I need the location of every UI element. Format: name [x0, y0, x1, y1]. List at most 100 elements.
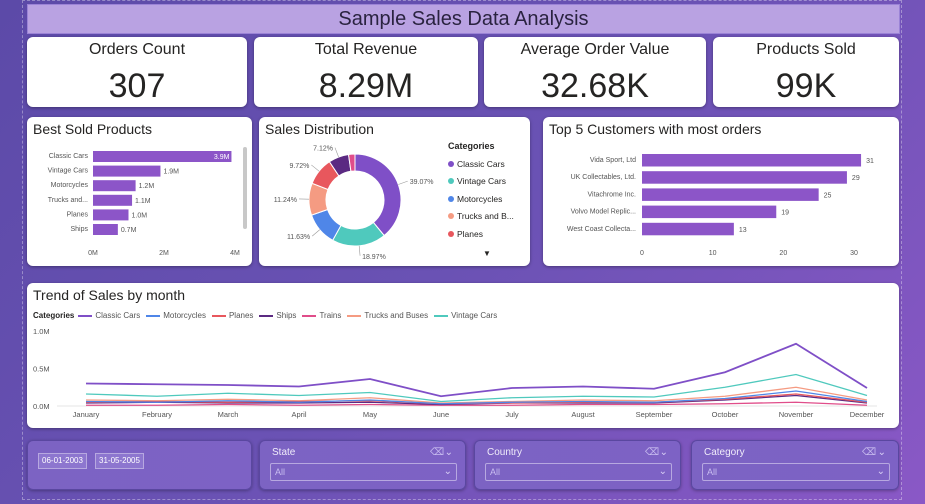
- dropdown-value: All: [275, 467, 286, 477]
- scrollbar[interactable]: [243, 147, 247, 229]
- legend-item[interactable]: Classic Cars: [448, 155, 514, 173]
- country-slicer[interactable]: Country ⌫ ⌄ All ⌄: [474, 440, 681, 490]
- tick-label: September: [636, 410, 673, 419]
- chevron-down-icon: ⌄: [658, 466, 667, 477]
- data-label: 9.72%: [289, 163, 309, 170]
- bar[interactable]: [93, 180, 136, 192]
- date-to-input[interactable]: 31-05-2005: [95, 453, 144, 469]
- bar[interactable]: [93, 194, 133, 206]
- chevron-down-icon[interactable]: ⌄: [660, 447, 668, 458]
- data-label: 29: [852, 175, 860, 182]
- tick-label: July: [505, 410, 519, 419]
- tick-label: October: [712, 410, 739, 419]
- bar[interactable]: [642, 188, 819, 201]
- eraser-icon[interactable]: ⌫: [862, 447, 876, 458]
- date-from-input[interactable]: 06-01-2003: [38, 453, 87, 469]
- legend-marker: [448, 178, 454, 185]
- legend-label: Motorcycles: [457, 193, 503, 204]
- bar[interactable]: [642, 222, 734, 236]
- data-label: 11.63%: [287, 234, 310, 241]
- legend-label: Vintage Cars: [457, 176, 506, 187]
- tick-label: 30: [850, 250, 858, 257]
- tick-label: February: [142, 410, 172, 419]
- bar[interactable]: [93, 151, 232, 162]
- dropdown-value: All: [490, 467, 501, 477]
- donut-slice[interactable]: [354, 153, 402, 237]
- bar[interactable]: [93, 165, 161, 177]
- bar[interactable]: [93, 209, 129, 221]
- data-label: 1.0M: [132, 212, 148, 219]
- legend-item[interactable]: Motorcycles: [448, 190, 514, 208]
- kpi-label: Average Order Value: [520, 41, 670, 58]
- data-label: 31: [866, 158, 874, 165]
- slicer-label: State: [272, 447, 296, 458]
- page-title: Sample Sales Data Analysis: [27, 4, 900, 34]
- kpi-average-order-value[interactable]: Average Order Value 32.68K: [484, 37, 706, 107]
- top-customers-chart: Vida Sport, Ltd 31 UK Collectables, Ltd. 29…: [567, 154, 874, 257]
- bar-label: Planes: [67, 211, 89, 218]
- kpi-products-sold[interactable]: Products Sold 99K: [713, 37, 899, 107]
- chevron-down-icon: ⌄: [443, 466, 452, 477]
- tick-label: June: [433, 410, 449, 419]
- bar-label: UK Collectables, Ltd.: [571, 174, 636, 181]
- state-slicer[interactable]: State ⌫ ⌄ All ⌄: [259, 440, 466, 490]
- legend-marker: [448, 230, 454, 237]
- legend-label: Planes: [457, 228, 483, 239]
- eraser-icon[interactable]: ⌫: [645, 447, 659, 458]
- category-slicer[interactable]: Category ⌫ ⌄ All ⌄: [691, 440, 899, 490]
- tick-label: 0.5M: [33, 365, 50, 374]
- data-label: 1.9M: [163, 169, 179, 176]
- country-dropdown[interactable]: All ⌄: [485, 463, 672, 481]
- dropdown-value: All: [707, 467, 718, 477]
- kpi-value: 8.29M: [318, 67, 414, 105]
- kpi-total-revenue[interactable]: Total Revenue 8.29M: [254, 37, 478, 107]
- tick-label: August: [571, 410, 595, 419]
- best-sold-products-card[interactable]: Best Sold Products Classic Cars 3.9M Vinta…: [27, 117, 252, 266]
- data-label: 1.1M: [135, 198, 151, 205]
- category-dropdown[interactable]: All ⌄: [702, 463, 890, 481]
- tick-label: January: [73, 410, 100, 419]
- bar-label: Vintage Cars: [48, 168, 89, 175]
- bar[interactable]: [642, 171, 847, 184]
- data-label: 39.07%: [410, 179, 434, 186]
- kpi-orders-count[interactable]: Orders Count 307: [27, 37, 247, 107]
- date-slicer[interactable]: 06-01-2003 31-05-2005: [27, 440, 252, 490]
- eraser-icon[interactable]: ⌫: [430, 447, 444, 458]
- data-label: 13: [739, 227, 747, 234]
- chevron-down-icon[interactable]: ⌄: [878, 447, 886, 458]
- chevron-down-icon[interactable]: ⌄: [445, 447, 453, 458]
- chevron-down-icon: ⌄: [876, 466, 885, 477]
- bar-label: Classic Cars: [49, 153, 89, 160]
- state-dropdown[interactable]: All ⌄: [270, 463, 457, 481]
- data-label: 1.2M: [139, 183, 155, 190]
- top-customers-card[interactable]: Top 5 Customers with most orders Vida Sp…: [543, 117, 899, 266]
- legend-marker: [448, 195, 454, 202]
- kpi-value: 99K: [775, 67, 837, 105]
- bar-label: Volvo Model Replic...: [571, 209, 636, 216]
- data-label: 25: [824, 192, 832, 199]
- legend-scroll-down-icon[interactable]: ▼: [483, 249, 491, 258]
- legend-item[interactable]: Vintage Cars: [448, 173, 514, 191]
- bar-label: Trucks and...: [48, 197, 88, 204]
- leader-line: [358, 245, 361, 256]
- tick-label: November: [779, 410, 814, 419]
- donut-legend: Classic Cars Vintage Cars Motorcycles Truck…: [448, 155, 514, 243]
- legend-title: Categories: [448, 141, 495, 151]
- leader-line: [311, 164, 320, 172]
- sales-distribution-card[interactable]: Sales Distribution 39.07% 18.97% 11.63% 11.…: [259, 117, 530, 266]
- tick-label: 10: [709, 250, 717, 257]
- data-label: 11.24%: [274, 197, 297, 204]
- legend-marker: [448, 213, 454, 220]
- series-line[interactable]: [85, 342, 868, 398]
- data-label: 3.9M: [214, 154, 230, 161]
- legend-item[interactable]: Trucks and B...: [448, 208, 514, 226]
- trend-card[interactable]: Trend of Sales by month Categories Class…: [27, 283, 899, 428]
- kpi-value: 32.68K: [541, 67, 649, 105]
- bar-label: Motorcycles: [51, 182, 89, 189]
- bar[interactable]: [93, 224, 118, 235]
- tick-label: 2M: [159, 250, 169, 257]
- tick-label: 0: [640, 250, 644, 257]
- bar[interactable]: [642, 154, 862, 167]
- bar[interactable]: [642, 205, 777, 219]
- legend-item[interactable]: Planes: [448, 225, 514, 243]
